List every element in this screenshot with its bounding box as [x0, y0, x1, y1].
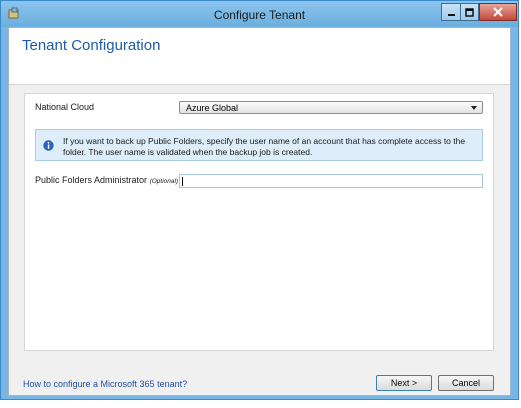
help-link[interactable]: How to configure a Microsoft 365 tenant?	[23, 379, 187, 389]
close-button[interactable]	[479, 3, 517, 21]
national-cloud-selected-value: Azure Global	[186, 103, 239, 113]
text-caret	[182, 177, 183, 186]
info-message-box: If you want to back up Public Folders, s…	[35, 129, 483, 161]
header-panel: Tenant Configuration	[9, 28, 510, 85]
public-folders-admin-input[interactable]	[179, 174, 483, 188]
public-folders-admin-label-text: Public Folders Administrator	[35, 175, 148, 185]
maximize-button[interactable]	[460, 3, 479, 21]
content-panel: National Cloud Azure Global If you want …	[24, 93, 494, 351]
national-cloud-label: National Cloud	[35, 102, 95, 112]
maximize-icon	[465, 7, 474, 17]
page-title: Tenant Configuration	[22, 37, 161, 54]
dialog-client-area: Tenant Configuration National Cloud Azur…	[8, 27, 511, 396]
minimize-icon	[447, 13, 455, 16]
info-message-text: If you want to back up Public Folders, s…	[63, 136, 466, 157]
close-icon	[493, 7, 503, 17]
title-bar[interactable]: Configure Tenant	[1, 1, 518, 27]
configure-tenant-window: Configure Tenant Tenant Configuration Na…	[0, 0, 519, 400]
dropdown-arrow-icon	[471, 106, 477, 110]
cancel-button[interactable]: Cancel	[438, 375, 494, 391]
minimize-button[interactable]	[441, 3, 460, 21]
next-button[interactable]: Next >	[376, 375, 432, 391]
info-icon	[43, 140, 54, 151]
national-cloud-select[interactable]: Azure Global	[179, 101, 483, 114]
public-folders-admin-label: Public Folders Administrator (Optional)	[35, 175, 178, 185]
optional-hint: (Optional)	[149, 178, 179, 185]
